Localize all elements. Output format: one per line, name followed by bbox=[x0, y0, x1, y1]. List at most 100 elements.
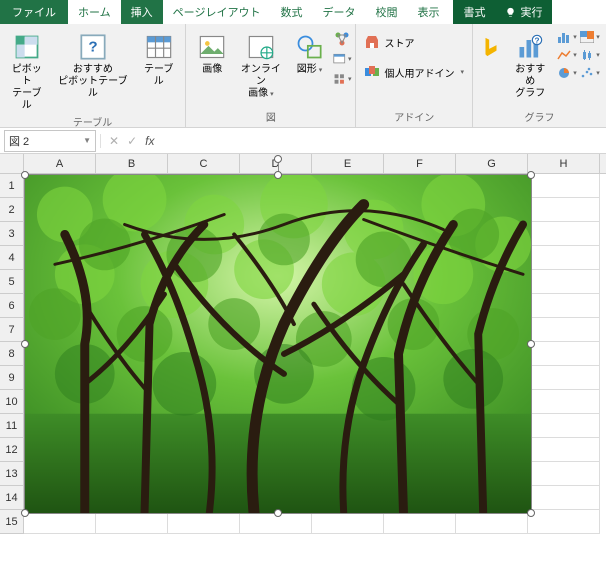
group-addins-label: アドイン bbox=[360, 107, 468, 127]
tab-file[interactable]: ファイル bbox=[0, 0, 68, 24]
row-header[interactable]: 10 bbox=[0, 390, 23, 414]
name-box[interactable]: 図 2 ▼ bbox=[4, 130, 96, 152]
cell[interactable] bbox=[528, 462, 600, 486]
col-header[interactable]: E bbox=[312, 154, 384, 173]
cell[interactable] bbox=[528, 510, 600, 534]
addin-icon bbox=[364, 64, 380, 80]
col-header[interactable]: B bbox=[96, 154, 168, 173]
online-picture-icon bbox=[247, 30, 275, 64]
tab-home[interactable]: ホーム bbox=[68, 0, 121, 24]
resize-handle-n[interactable] bbox=[274, 171, 282, 179]
rotate-handle[interactable] bbox=[274, 155, 282, 163]
line-chart-button[interactable] bbox=[557, 47, 577, 63]
row-header[interactable]: 2 bbox=[0, 198, 23, 222]
picture-button[interactable]: 画像 bbox=[190, 26, 234, 76]
column-chart-button[interactable] bbox=[557, 29, 577, 45]
row-header[interactable]: 9 bbox=[0, 366, 23, 390]
formula-bar: 図 2 ▼ ✕ ✓ fx bbox=[0, 128, 606, 154]
tab-formulas[interactable]: 数式 bbox=[270, 0, 312, 24]
row-header[interactable]: 7 bbox=[0, 318, 23, 342]
cell[interactable] bbox=[528, 318, 600, 342]
bing-maps-button[interactable] bbox=[477, 26, 506, 64]
cell[interactable] bbox=[528, 414, 600, 438]
recommended-pivot-icon: ? bbox=[79, 30, 107, 64]
row-header[interactable]: 5 bbox=[0, 270, 23, 294]
row-header[interactable]: 1 bbox=[0, 174, 23, 198]
recommended-pivot-button[interactable]: ? おすすめ ピボットテーブル bbox=[52, 26, 135, 100]
col-header[interactable]: G bbox=[456, 154, 528, 173]
table-button[interactable]: テーブル bbox=[136, 26, 181, 88]
cell[interactable] bbox=[528, 486, 600, 510]
pie-chart-button[interactable] bbox=[557, 65, 577, 81]
resize-handle-sw[interactable] bbox=[21, 509, 29, 517]
row-header[interactable]: 13 bbox=[0, 462, 23, 486]
row-header[interactable]: 12 bbox=[0, 438, 23, 462]
col-header[interactable]: A bbox=[24, 154, 96, 173]
icons-button[interactable] bbox=[333, 70, 351, 88]
accept-icon[interactable]: ✓ bbox=[127, 134, 137, 148]
resize-handle-e[interactable] bbox=[527, 340, 535, 348]
fx-label[interactable]: fx bbox=[145, 134, 154, 148]
shapes-icon bbox=[295, 30, 323, 64]
online-picture-button[interactable]: オンライン 画像 bbox=[236, 26, 285, 101]
cell[interactable] bbox=[528, 174, 600, 198]
row-header[interactable]: 8 bbox=[0, 342, 23, 366]
tab-format[interactable]: 書式 bbox=[453, 0, 495, 24]
cell[interactable] bbox=[528, 342, 600, 366]
svg-text:?: ? bbox=[88, 39, 97, 56]
picture-icon bbox=[198, 30, 226, 64]
select-all-corner[interactable] bbox=[0, 154, 24, 174]
cell[interactable] bbox=[528, 270, 600, 294]
svg-text:?: ? bbox=[535, 37, 540, 46]
cell[interactable] bbox=[528, 390, 600, 414]
cell[interactable] bbox=[528, 198, 600, 222]
cell[interactable] bbox=[528, 438, 600, 462]
column-headers: A B C D E F G H bbox=[24, 154, 606, 174]
group-charts: ? おすすめ グラフ グラフ bbox=[473, 24, 606, 127]
screenshot-button[interactable] bbox=[333, 50, 351, 68]
inserted-image[interactable] bbox=[24, 174, 532, 514]
col-header[interactable]: H bbox=[528, 154, 600, 173]
store-icon bbox=[364, 34, 380, 50]
tab-view[interactable]: 表示 bbox=[407, 0, 449, 24]
cell[interactable] bbox=[528, 246, 600, 270]
row-header[interactable]: 11 bbox=[0, 414, 23, 438]
smartart-button[interactable] bbox=[333, 30, 351, 48]
tab-data[interactable]: データ bbox=[312, 0, 365, 24]
resize-handle-w[interactable] bbox=[21, 340, 29, 348]
row-header[interactable]: 3 bbox=[0, 222, 23, 246]
resize-handle-se[interactable] bbox=[527, 509, 535, 517]
scatter-chart-button[interactable] bbox=[580, 65, 600, 81]
cell[interactable] bbox=[528, 366, 600, 390]
col-header[interactable]: F bbox=[384, 154, 456, 173]
shapes-button[interactable]: 図形 bbox=[287, 26, 331, 77]
table-icon bbox=[145, 30, 173, 64]
resize-handle-ne[interactable] bbox=[527, 171, 535, 179]
row-header[interactable]: 15 bbox=[0, 510, 23, 534]
store-button[interactable]: ストア bbox=[360, 32, 468, 52]
recommended-charts-button[interactable]: ? おすすめ グラフ bbox=[508, 26, 553, 100]
col-header[interactable]: C bbox=[168, 154, 240, 173]
recommended-charts-icon: ? bbox=[516, 30, 544, 64]
row-header[interactable]: 14 bbox=[0, 486, 23, 510]
pivot-table-button[interactable]: ピボット テーブル bbox=[4, 26, 50, 112]
hierarchy-chart-button[interactable] bbox=[580, 29, 600, 45]
row-header[interactable]: 4 bbox=[0, 246, 23, 270]
tab-page-layout[interactable]: ページレイアウト bbox=[163, 0, 271, 24]
stats-chart-button[interactable] bbox=[580, 47, 600, 63]
tab-review[interactable]: 校閲 bbox=[365, 0, 407, 24]
resize-handle-nw[interactable] bbox=[21, 171, 29, 179]
row-headers: 1 2 3 4 5 6 7 8 9 10 11 12 13 14 15 bbox=[0, 174, 24, 534]
my-addins-button[interactable]: 個人用アドイン bbox=[360, 62, 468, 82]
cell[interactable] bbox=[528, 294, 600, 318]
resize-handle-s[interactable] bbox=[274, 509, 282, 517]
group-addins: ストア 個人用アドイン アドイン bbox=[356, 24, 473, 127]
cell[interactable] bbox=[528, 222, 600, 246]
group-illust-label: 図 bbox=[190, 107, 351, 127]
formula-input[interactable] bbox=[162, 130, 606, 152]
tab-tellme[interactable]: 実行 bbox=[495, 0, 552, 24]
pivot-table-icon bbox=[13, 30, 41, 64]
tab-insert[interactable]: 挿入 bbox=[121, 0, 163, 24]
cancel-icon[interactable]: ✕ bbox=[109, 134, 119, 148]
row-header[interactable]: 6 bbox=[0, 294, 23, 318]
